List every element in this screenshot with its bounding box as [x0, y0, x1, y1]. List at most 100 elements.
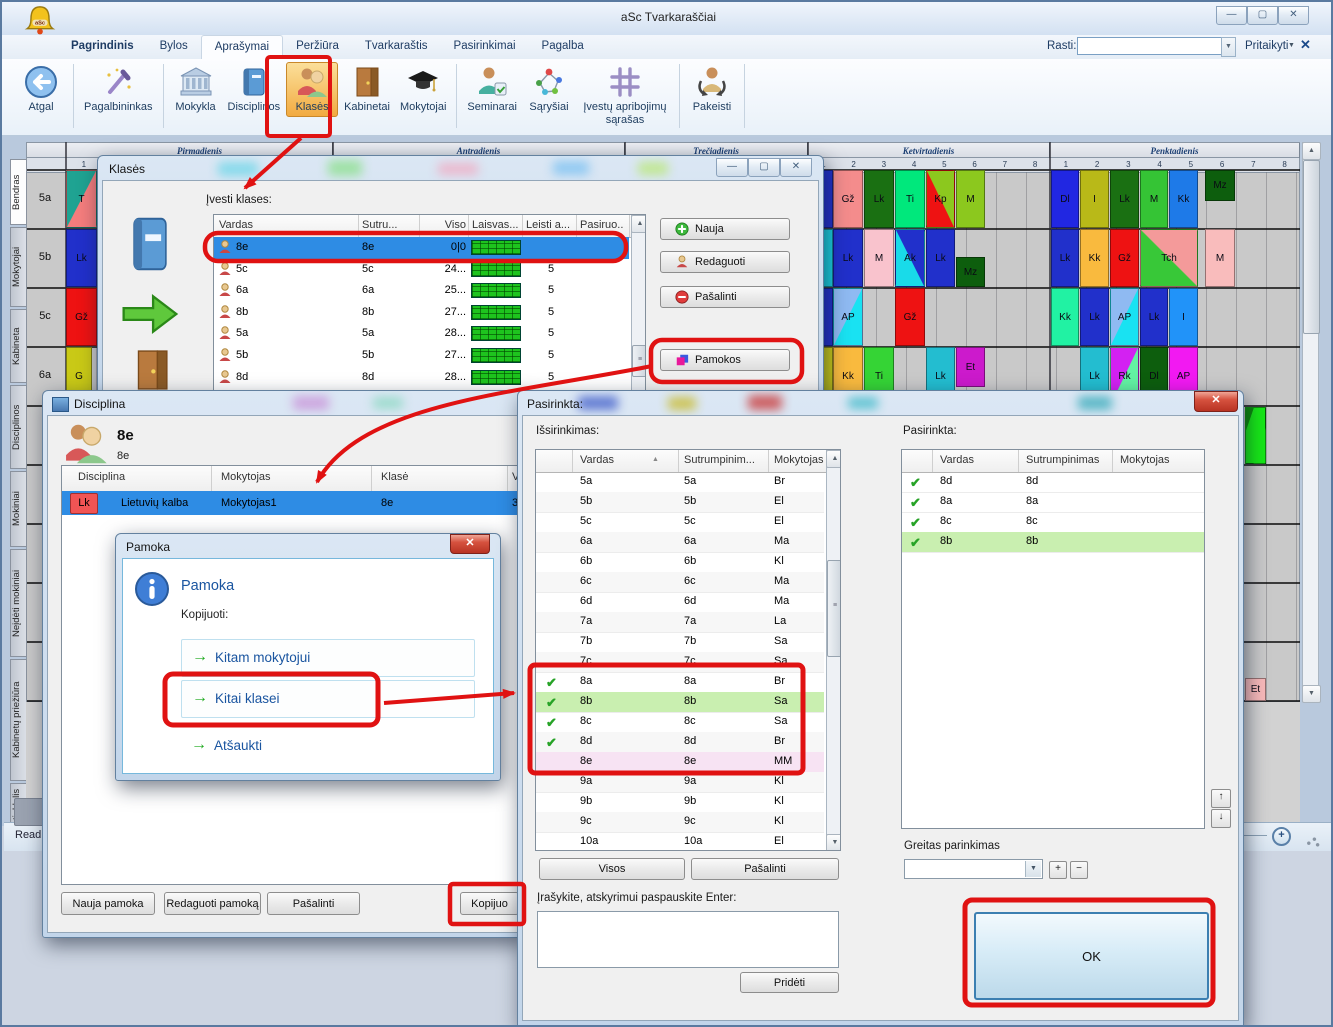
timetable-cell-dl[interactable]: Dl: [1051, 170, 1079, 228]
klases-row-5b[interactable]: 5b5b27...5: [214, 345, 629, 367]
column-header-sutrumpinimas[interactable]: Sutrumpinimas: [1026, 454, 1099, 466]
timetable-cell-m[interactable]: M: [1140, 170, 1168, 228]
column-header-leisti-a-[interactable]: Leisti a...: [526, 219, 570, 231]
column-header-mokytojas[interactable]: Mokytojas: [1120, 454, 1170, 466]
move-down-button[interactable]: ↓: [1211, 809, 1231, 828]
column-header-vardas[interactable]: Vardas: [219, 219, 253, 231]
klases-maximize-button[interactable]: ▢: [748, 158, 780, 177]
timetable-cell-gž[interactable]: Gž: [833, 170, 863, 228]
selection-row-8a[interactable]: ✔8a8aBr: [536, 672, 824, 693]
column-header-laisvas-[interactable]: Laisvas...: [472, 219, 518, 231]
selection-row-6b[interactable]: 6b6bKl: [536, 552, 824, 573]
option-atšaukti[interactable]: →Atšaukti: [181, 736, 475, 758]
quick-select-combobox[interactable]: ▼: [904, 859, 1043, 879]
timetable-cell-et[interactable]: Et: [1245, 678, 1266, 701]
redaguoti-button[interactable]: Redaguoti: [660, 251, 790, 273]
visos-button[interactable]: Visos: [539, 858, 685, 880]
klases-row-8b[interactable]: 8b8b27...5: [214, 302, 629, 324]
timetable-cell-i[interactable]: I: [1080, 170, 1109, 228]
timetable-cell-m[interactable]: M: [1205, 229, 1235, 287]
column-header-sutru-[interactable]: Sutru...: [362, 219, 397, 231]
timetable-cell-lk[interactable]: Lk: [1080, 288, 1109, 346]
sidebar-tab-mokiniai[interactable]: Mokiniai: [10, 471, 27, 547]
timetable-cell-lk[interactable]: Lk: [66, 229, 97, 287]
timetable-cell-lk[interactable]: Lk: [926, 229, 955, 287]
timetable-cell-ak[interactable]: Ak: [895, 229, 925, 287]
pašalinti-button[interactable]: Pašalinti: [267, 892, 360, 915]
column-header-vardas[interactable]: Vardas: [580, 454, 614, 466]
kopijuo-button[interactable]: Kopijuo: [460, 892, 519, 915]
nauja-pamoka-button[interactable]: Nauja pamoka: [61, 892, 155, 915]
sidebar-tab-kabinetų-priežiūra[interactable]: Kabinetų priežiūra: [10, 659, 27, 781]
column-header-pasiruo-[interactable]: Pasiruo..: [580, 219, 623, 231]
sidebar-tab-bendras[interactable]: Bendras: [10, 159, 27, 225]
nauja-button[interactable]: Nauja: [660, 218, 790, 240]
selection-row-6c[interactable]: 6c6cMa: [536, 572, 824, 593]
timetable-cell[interactable]: [1245, 407, 1266, 464]
pašalinti-button[interactable]: Pašalinti: [660, 286, 790, 308]
timetable-cell-lk[interactable]: Lk: [833, 229, 863, 287]
timetable-cell-lk[interactable]: Lk: [1140, 288, 1168, 346]
column-header-sutrumpinim-[interactable]: Sutrumpinim...: [684, 454, 755, 466]
scroll-up-icon[interactable]: ▲: [1302, 142, 1321, 160]
timetable-cell-ap[interactable]: AP: [833, 288, 863, 346]
klases-row-8d[interactable]: 8d8d28...5: [214, 367, 629, 389]
chevron-down-icon[interactable]: ▼: [1025, 861, 1041, 877]
resize-grip[interactable]: [1304, 832, 1320, 848]
selection-row-9b[interactable]: 9b9bKl: [536, 792, 824, 813]
timetable-cell-t[interactable]: T: [66, 170, 97, 228]
plus-button[interactable]: +: [1049, 861, 1067, 879]
prideti-button[interactable]: Pridėti: [740, 972, 839, 993]
pasirinkta-close-button[interactable]: ✕: [1194, 391, 1238, 412]
timetable-cell-m[interactable]: M: [956, 170, 985, 228]
timetable-cell-kk[interactable]: Kk: [1051, 288, 1079, 346]
timetable-cell-mz[interactable]: Mz: [1205, 170, 1235, 201]
option-kitam-mokytojui[interactable]: →Kitam mokytojui: [181, 639, 475, 677]
pasalinti-button[interactable]: Pašalinti: [691, 858, 839, 880]
timetable-cell-gž[interactable]: Gž: [66, 288, 97, 346]
sidebar-tab-disciplinos[interactable]: Disciplinos: [10, 385, 27, 469]
column-header-vardas[interactable]: Vardas: [940, 454, 974, 466]
selected-row-8a[interactable]: ✔8a8a: [902, 492, 1204, 513]
option-kitai-klasei[interactable]: →Kitai klasei: [181, 680, 475, 718]
scrollbar-thumb[interactable]: ≡: [827, 560, 841, 657]
timetable-cell-gž[interactable]: Gž: [895, 288, 925, 346]
timetable-cell-lk[interactable]: Lk: [1051, 229, 1079, 287]
selected-row-8b[interactable]: ✔8b8b: [902, 532, 1204, 553]
selection-row-6a[interactable]: 6a6aMa: [536, 532, 824, 553]
disciplina-row[interactable]: Lk Lietuvių kalba Mokytojas1 8e 3: [62, 491, 518, 515]
selection-row-8d[interactable]: ✔8d8dBr: [536, 732, 824, 753]
klases-row-6a[interactable]: 6a6a25...5: [214, 280, 629, 302]
scroll-up-icon[interactable]: ▲: [631, 215, 646, 233]
klases-row-5a[interactable]: 5a5a28...5: [214, 323, 629, 345]
timetable-cell-i[interactable]: I: [1169, 288, 1198, 346]
timetable-cell-gž[interactable]: Gž: [1110, 229, 1139, 287]
sidebar-tab-mokytojai[interactable]: Mokytojai: [10, 227, 27, 307]
redaguoti-pamoką-button[interactable]: Redaguoti pamoką: [164, 892, 261, 915]
selection-row-10a[interactable]: 10a10aEl: [536, 832, 824, 851]
timetable-cell-ap[interactable]: AP: [1110, 288, 1139, 346]
klases-row-8e[interactable]: 8e8e0|0: [214, 237, 629, 259]
zoom-in-icon[interactable]: +: [1272, 827, 1291, 846]
selection-row-5c[interactable]: 5c5cEl: [536, 512, 824, 533]
move-up-button[interactable]: ↑: [1211, 789, 1231, 808]
timetable-cell-et[interactable]: Et: [956, 347, 985, 387]
pamoka-close-button[interactable]: ✕: [450, 534, 490, 554]
timetable-cell-lk[interactable]: Lk: [1110, 170, 1139, 228]
selection-row-7a[interactable]: 7a7aLa: [536, 612, 824, 633]
sidebar-tab-kabineta[interactable]: Kabineta: [10, 309, 27, 383]
timetable-cell-ti[interactable]: Ti: [895, 170, 925, 228]
klases-row-5c[interactable]: 5c5c24...5: [214, 259, 629, 281]
selected-row-8c[interactable]: ✔8c8c: [902, 512, 1204, 533]
scrollbar-thumb[interactable]: ≡: [632, 345, 646, 377]
klases-minimize-button[interactable]: —: [716, 158, 748, 177]
selection-row-5b[interactable]: 5b5bEl: [536, 492, 824, 513]
column-header-disciplina[interactable]: Disciplina: [78, 471, 125, 483]
ok-button[interactable]: OK: [974, 912, 1209, 1000]
selection-row-8c[interactable]: ✔8c8cSa: [536, 712, 824, 733]
selection-row-8e[interactable]: 8e8eMM: [536, 752, 824, 773]
timetable-cell-kk[interactable]: Kk: [1080, 229, 1109, 287]
minus-button[interactable]: −: [1070, 861, 1088, 879]
column-header-mokytojas[interactable]: Mokytojas: [221, 471, 271, 483]
timetable-cell-mz[interactable]: Mz: [956, 257, 985, 287]
